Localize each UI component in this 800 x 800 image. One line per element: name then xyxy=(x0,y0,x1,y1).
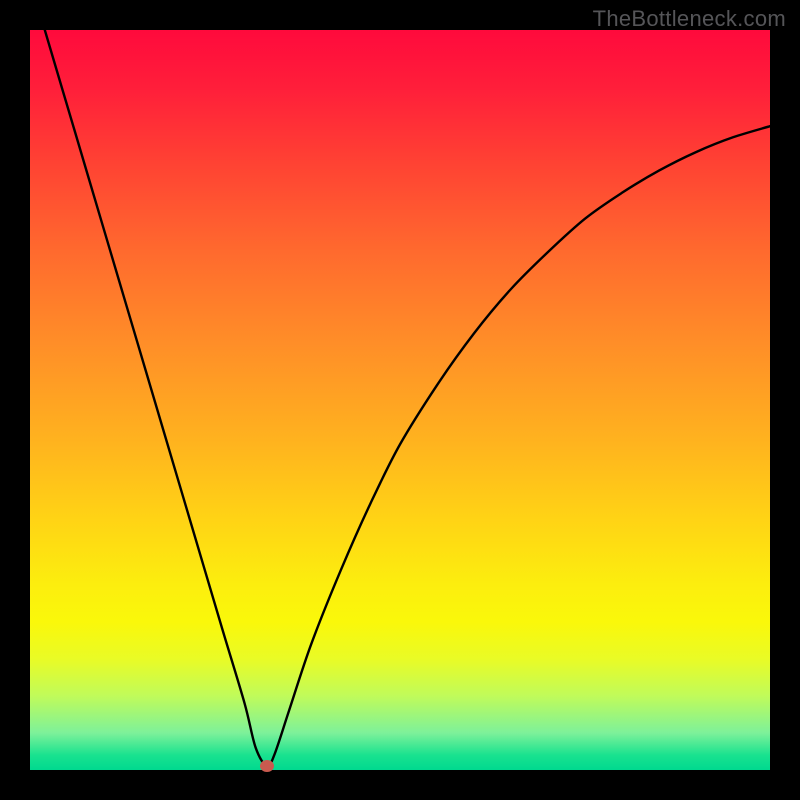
curve-path xyxy=(45,30,770,767)
plot-area xyxy=(30,30,770,770)
watermark-text: TheBottleneck.com xyxy=(593,6,786,32)
chart-frame: TheBottleneck.com xyxy=(0,0,800,800)
bottleneck-curve xyxy=(30,30,770,770)
optimal-point-marker xyxy=(260,760,274,772)
